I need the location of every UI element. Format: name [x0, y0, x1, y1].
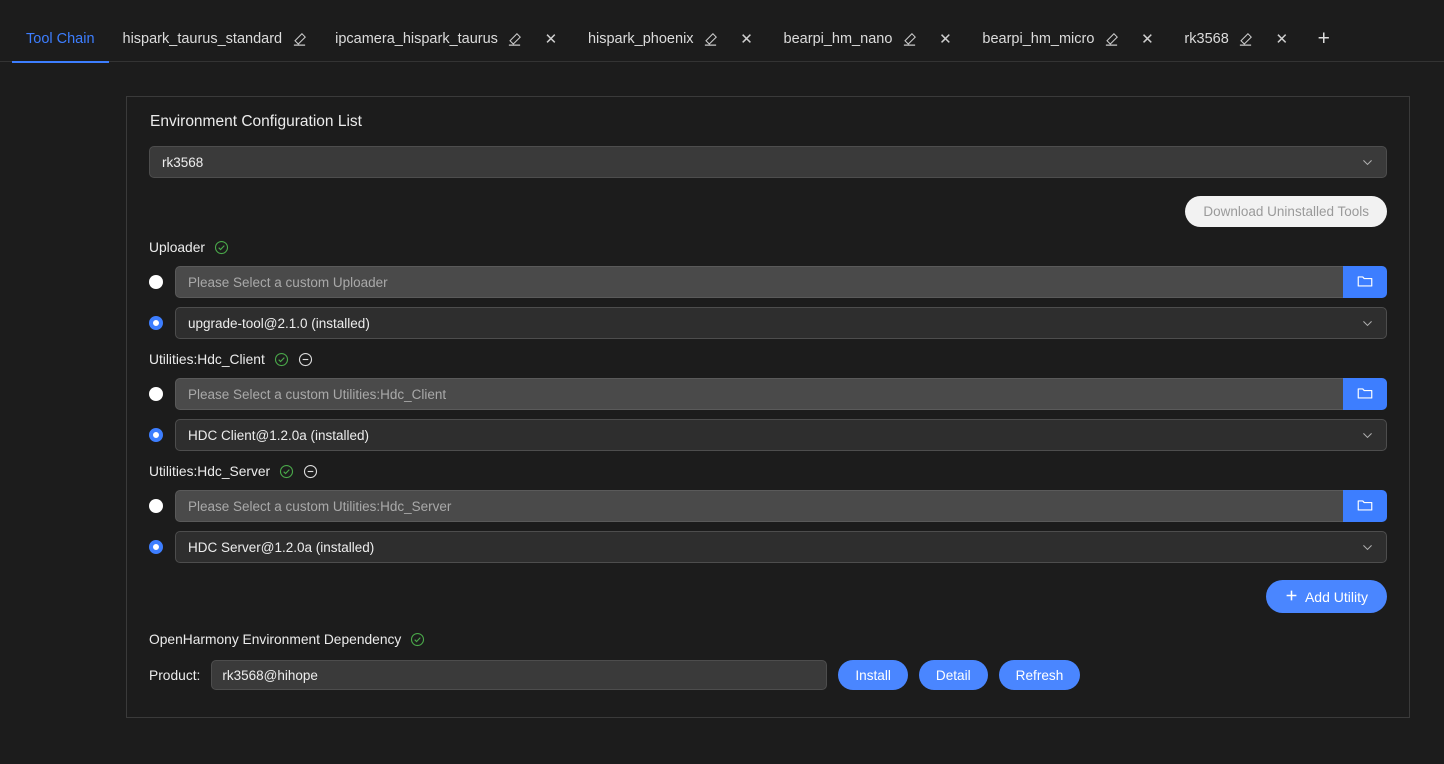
hdc-client-custom-row — [149, 378, 1387, 410]
hdc-client-browse-button[interactable] — [1343, 378, 1387, 410]
hdc-server-installed-value: HDC Server@1.2.0a (installed) — [188, 540, 374, 555]
close-icon[interactable]: ✕ — [1273, 30, 1291, 48]
install-button[interactable]: Install — [838, 660, 908, 690]
radio-hdc-client-custom[interactable] — [149, 387, 163, 401]
check-circle-icon — [214, 240, 229, 255]
uploader-custom-input[interactable] — [175, 266, 1343, 298]
download-uninstalled-tools-button[interactable]: Download Uninstalled Tools — [1185, 196, 1387, 227]
section-header: Utilities:Hdc_Client — [149, 349, 1387, 369]
uploader-browse-button[interactable] — [1343, 266, 1387, 298]
section-hdc-client: Utilities:Hdc_Client HDC Clie — [149, 349, 1387, 451]
tab-label: bearpi_hm_micro — [982, 32, 1094, 47]
tab-rk3568[interactable]: rk3568 ✕ — [1170, 16, 1304, 62]
section-title: Utilities:Hdc_Server — [149, 464, 270, 479]
radio-uploader-installed[interactable] — [149, 316, 163, 330]
chevron-down-icon — [1361, 317, 1374, 330]
minus-circle-icon[interactable] — [298, 352, 313, 367]
uploader-custom-row — [149, 266, 1387, 298]
product-label: Product: — [149, 668, 200, 683]
tab-tool-chain[interactable]: Tool Chain — [12, 16, 109, 62]
radio-hdc-server-installed[interactable] — [149, 540, 163, 554]
chevron-down-icon — [1361, 156, 1374, 169]
environment-select-value: rk3568 — [162, 155, 203, 170]
folder-icon — [1356, 496, 1374, 517]
dependency-header: OpenHarmony Environment Dependency — [149, 632, 1387, 647]
section-hdc-server: Utilities:Hdc_Server HDC Serv — [149, 461, 1387, 563]
hdc-server-custom-input-wrap — [175, 490, 1387, 522]
chevron-down-icon — [1361, 429, 1374, 442]
tab-label: rk3568 — [1184, 32, 1228, 47]
section-uploader: Uploader upgrade-tool@2.1.0 (installed) — [149, 237, 1387, 339]
tab-bar: Tool Chain hispark_taurus_standard ipcam… — [0, 0, 1444, 62]
section-header: Utilities:Hdc_Server — [149, 461, 1387, 481]
dependency-title: OpenHarmony Environment Dependency — [149, 632, 401, 647]
environment-configuration-panel: Environment Configuration List rk3568 Do… — [126, 96, 1410, 718]
tab-active-indicator — [12, 61, 109, 63]
tab-label: hispark_phoenix — [588, 32, 694, 47]
environment-select[interactable]: rk3568 — [149, 146, 1387, 178]
tab-label: Tool Chain — [26, 32, 95, 47]
plus-icon — [1285, 589, 1298, 605]
tab-ipcamera-hispark-taurus[interactable]: ipcamera_hispark_taurus ✕ — [321, 16, 574, 62]
check-circle-icon — [274, 352, 289, 367]
uploader-installed-select[interactable]: upgrade-tool@2.1.0 (installed) — [175, 307, 1387, 339]
hdc-server-browse-button[interactable] — [1343, 490, 1387, 522]
section-header: Uploader — [149, 237, 1387, 257]
tab-hispark-taurus-standard[interactable]: hispark_taurus_standard — [109, 16, 322, 62]
refresh-button[interactable]: Refresh — [999, 660, 1081, 690]
pencil-icon[interactable] — [291, 31, 307, 47]
chevron-down-icon — [1361, 541, 1374, 554]
tab-bearpi-hm-nano[interactable]: bearpi_hm_nano ✕ — [770, 16, 969, 62]
close-icon[interactable]: ✕ — [936, 30, 954, 48]
radio-hdc-client-installed[interactable] — [149, 428, 163, 442]
add-utility-button[interactable]: Add Utility — [1266, 580, 1387, 613]
folder-icon — [1356, 384, 1374, 405]
folder-icon — [1356, 272, 1374, 293]
hdc-client-installed-value: HDC Client@1.2.0a (installed) — [188, 428, 369, 443]
close-icon[interactable]: ✕ — [1138, 30, 1156, 48]
check-circle-icon — [279, 464, 294, 479]
uploader-custom-input-wrap — [175, 266, 1387, 298]
section-title: Utilities:Hdc_Client — [149, 352, 265, 367]
pencil-icon[interactable] — [703, 31, 719, 47]
section-title: Uploader — [149, 240, 205, 255]
uploader-installed-value: upgrade-tool@2.1.0 (installed) — [188, 316, 370, 331]
close-icon[interactable]: ✕ — [542, 30, 560, 48]
tab-label: hispark_taurus_standard — [123, 32, 283, 47]
pencil-icon[interactable] — [507, 31, 523, 47]
hdc-server-installed-row: HDC Server@1.2.0a (installed) — [149, 531, 1387, 563]
pencil-icon[interactable] — [1103, 31, 1119, 47]
radio-hdc-server-custom[interactable] — [149, 499, 163, 513]
page-title: Environment Configuration List — [150, 113, 1387, 131]
uploader-installed-row: upgrade-tool@2.1.0 (installed) — [149, 307, 1387, 339]
hdc-client-custom-input[interactable] — [175, 378, 1343, 410]
product-row: Product: Install Detail Refresh — [149, 660, 1387, 690]
radio-uploader-custom[interactable] — [149, 275, 163, 289]
hdc-client-installed-row: HDC Client@1.2.0a (installed) — [149, 419, 1387, 451]
download-tools-row: Download Uninstalled Tools — [149, 196, 1387, 227]
hdc-server-installed-select[interactable]: HDC Server@1.2.0a (installed) — [175, 531, 1387, 563]
pencil-icon[interactable] — [1238, 31, 1254, 47]
tab-bearpi-hm-micro[interactable]: bearpi_hm_micro ✕ — [968, 16, 1170, 62]
add-utility-row: Add Utility — [149, 580, 1387, 613]
add-utility-label: Add Utility — [1305, 589, 1368, 605]
hdc-client-installed-select[interactable]: HDC Client@1.2.0a (installed) — [175, 419, 1387, 451]
pencil-icon[interactable] — [901, 31, 917, 47]
hdc-server-custom-input[interactable] — [175, 490, 1343, 522]
add-tab-button[interactable]: + — [1309, 16, 1339, 62]
tab-label: bearpi_hm_nano — [784, 32, 893, 47]
close-icon[interactable]: ✕ — [738, 30, 756, 48]
detail-button[interactable]: Detail — [919, 660, 988, 690]
tab-label: ipcamera_hispark_taurus — [335, 32, 498, 47]
tab-hispark-phoenix[interactable]: hispark_phoenix ✕ — [574, 16, 770, 62]
hdc-server-custom-row — [149, 490, 1387, 522]
minus-circle-icon[interactable] — [303, 464, 318, 479]
check-circle-icon — [410, 632, 425, 647]
product-input[interactable] — [211, 660, 827, 690]
hdc-client-custom-input-wrap — [175, 378, 1387, 410]
